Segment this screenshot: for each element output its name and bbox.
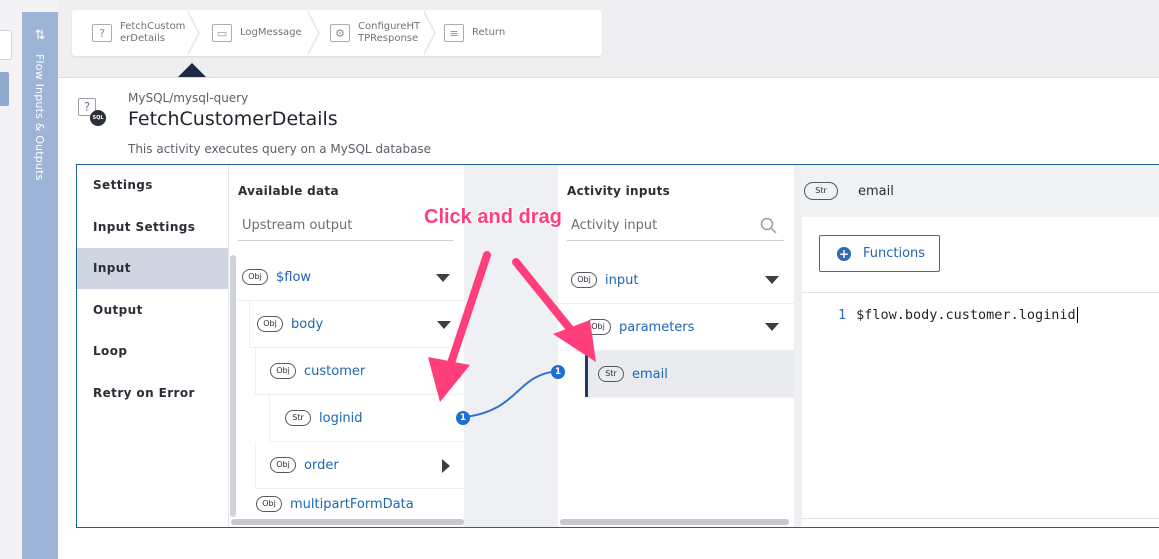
horizontal-scrollbar[interactable]: [231, 519, 464, 525]
tree-item-customer[interactable]: Obj customer: [255, 348, 464, 395]
activity-inputs-column: Activity inputs Activity input Obj input…: [558, 165, 794, 527]
configure-icon: ⚙: [330, 24, 350, 42]
step-configure-http-response[interactable]: ⚙ ConfigureHT TPResponse: [330, 10, 420, 56]
step-label: ConfigureHT TPResponse: [358, 21, 421, 44]
left-rail: [0, 0, 22, 559]
activity-description: This activity executes query on a MySQL …: [128, 142, 432, 156]
type-pill: Str: [598, 366, 624, 382]
type-pill: Str: [804, 182, 838, 200]
flow-steps-bar: ? FetchCustom erDetails ▭ LogMessage ⚙ C…: [58, 0, 1159, 78]
mysql-query-icon: ? SQL: [78, 98, 106, 130]
app-window: ⇅ Flow Inputs & Outputs ? FetchCustom er…: [0, 0, 1159, 559]
tree-item-email[interactable]: Str email: [585, 351, 794, 398]
step-return[interactable]: ≡ Return: [444, 10, 505, 56]
tree-item-label: multipartFormData: [290, 496, 414, 512]
chevron-down-icon[interactable]: [436, 274, 450, 282]
step-label: Return: [472, 27, 506, 38]
type-pill: Str: [285, 410, 311, 426]
settings-tabs: Settings Input Settings Input Output Loo…: [77, 165, 229, 527]
search-icon[interactable]: [760, 217, 778, 235]
flow-panel-label: Flow Inputs & Outputs: [33, 54, 46, 181]
editor-footer: [802, 518, 1159, 527]
type-pill: Obj: [270, 457, 296, 473]
chevron-down-icon[interactable]: [437, 321, 451, 329]
tab-input[interactable]: Input: [77, 248, 228, 289]
return-icon: ≡: [444, 24, 464, 42]
activity-inputs-title: Activity inputs: [567, 184, 671, 198]
type-pill: Obj: [585, 319, 611, 335]
chevron-right-icon[interactable]: [442, 459, 450, 473]
tree-item-label: loginid: [319, 410, 363, 426]
tree-item-input[interactable]: Obj input: [558, 257, 794, 304]
flow-steps: ? FetchCustom erDetails ▭ LogMessage ⚙ C…: [72, 10, 602, 56]
upstream-output-search[interactable]: Upstream output: [238, 211, 454, 241]
type-pill: Obj: [257, 316, 283, 332]
tree-item-body[interactable]: Obj body: [249, 301, 464, 348]
vertical-scrollbar[interactable]: [230, 255, 236, 517]
step-fetch-customer-details[interactable]: ? FetchCustom erDetails: [92, 10, 185, 56]
unknown-activity-icon: ?: [92, 24, 112, 42]
step-separator: [307, 10, 320, 56]
available-data-title: Available data: [238, 184, 339, 198]
tree-item-parameters[interactable]: Obj parameters: [558, 304, 794, 351]
log-book-icon: ▭: [212, 24, 232, 42]
functions-button[interactable]: + Functions: [819, 235, 940, 272]
tab-output[interactable]: Output: [77, 290, 228, 331]
horizontal-scrollbar[interactable]: [560, 519, 789, 525]
step-label: FetchCustom erDetails: [120, 21, 186, 44]
tab-retry-on-error[interactable]: Retry on Error: [77, 373, 228, 414]
chevron-down-icon[interactable]: [765, 276, 779, 284]
swap-arrows-icon[interactable]: ⇅: [33, 28, 47, 43]
selected-indicator: [585, 350, 588, 397]
mapping-editor: Str email + Functions 1 $flow.body.custom…: [802, 165, 1159, 527]
column-divider: [794, 165, 802, 527]
rail-panel-edge[interactable]: [0, 30, 12, 60]
chevron-down-icon[interactable]: [765, 323, 779, 331]
mapping-gutter: [464, 165, 558, 527]
plus-icon: +: [837, 246, 851, 261]
config-panel: Settings Input Settings Input Output Loo…: [76, 164, 1159, 528]
tab-input-settings[interactable]: Input Settings: [77, 207, 228, 248]
step-log-message[interactable]: ▭ LogMessage: [212, 10, 302, 56]
activity-ref: MySQL/mysql-query: [128, 91, 249, 105]
editor-header: Str email: [802, 165, 1159, 217]
editor-field-name: email: [858, 183, 894, 199]
flow-inputs-outputs-panel[interactable]: ⇅ Flow Inputs & Outputs: [22, 12, 58, 559]
type-pill: Obj: [571, 272, 597, 288]
step-separator: [423, 10, 436, 56]
functions-label: Functions: [863, 246, 926, 261]
activity-title: FetchCustomerDetails: [128, 108, 338, 130]
tree-item-label: $flow: [276, 269, 312, 285]
tab-settings[interactable]: Settings: [77, 165, 228, 206]
mapping-expression: $flow.body.customer.loginid: [856, 307, 1076, 323]
text-cursor: [1076, 307, 1078, 323]
step-label: LogMessage: [240, 27, 302, 38]
tree-item-flow[interactable]: Obj $flow: [237, 254, 464, 301]
activity-config-area: ? SQL MySQL/mysql-query FetchCustomerDet…: [58, 78, 1159, 559]
available-data-column: Available data Upstream output Obj $flow…: [229, 165, 464, 527]
active-step-pointer: [178, 63, 206, 77]
rail-tab[interactable]: [0, 72, 9, 106]
tree-item-order[interactable]: Obj order: [255, 442, 464, 489]
type-pill: Obj: [256, 496, 282, 512]
tree-item-multipart-form-data[interactable]: Obj multipartFormData: [249, 489, 464, 519]
tab-loop[interactable]: Loop: [77, 331, 228, 372]
tree-item-label: customer: [304, 363, 366, 379]
expression-editor[interactable]: 1 $flow.body.customer.loginid: [802, 292, 1159, 518]
tree-item-label: order: [304, 457, 339, 473]
line-number: 1: [838, 307, 847, 323]
tree-item-label: parameters: [619, 319, 695, 335]
type-pill: Obj: [242, 269, 268, 285]
tree-item-label: body: [291, 316, 324, 332]
type-pill: Obj: [270, 363, 296, 379]
tree-item-loginid[interactable]: Str loginid: [269, 395, 464, 442]
tree-item-label: input: [605, 272, 639, 288]
tree-item-label: email: [632, 366, 668, 382]
activity-input-search[interactable]: Activity input: [567, 211, 784, 241]
code-line[interactable]: 1 $flow.body.customer.loginid: [838, 307, 1078, 323]
step-separator: [187, 10, 200, 56]
